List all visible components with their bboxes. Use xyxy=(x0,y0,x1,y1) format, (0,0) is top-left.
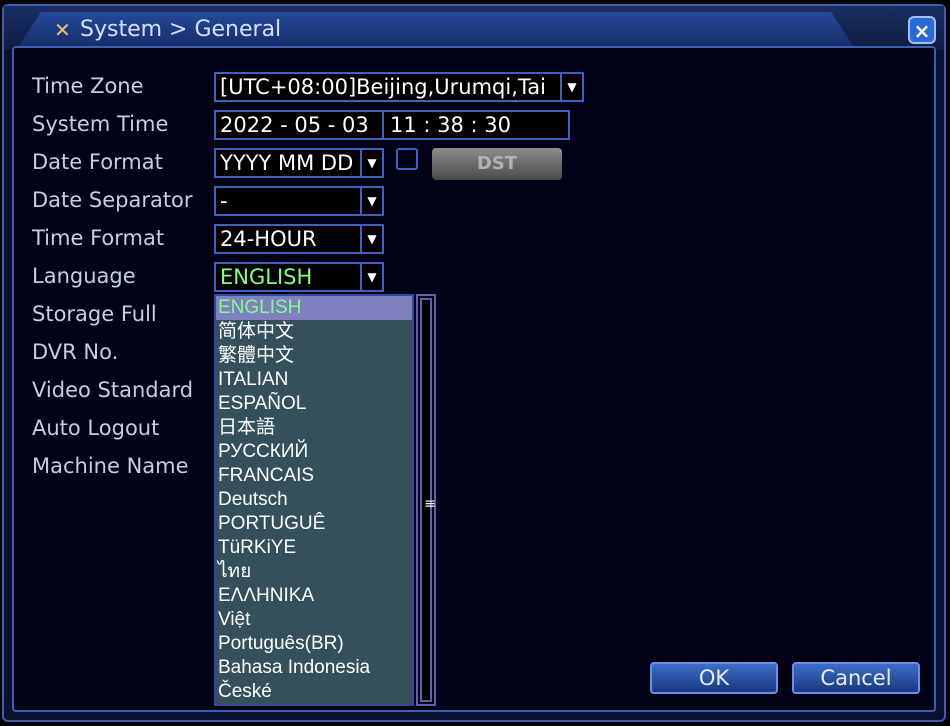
storage-full-label: Storage Full xyxy=(32,302,157,326)
system-date-value[interactable]: 2022 - 05 - 03 xyxy=(220,113,369,137)
language-option[interactable]: 日本語 xyxy=(216,416,412,440)
language-option[interactable]: Português(BR) xyxy=(216,632,412,656)
language-dropdown-list: ENGLISH 简体中文 繁體中文 ITALIAN ESPAÑOL 日本語 РУ… xyxy=(214,294,414,706)
language-option[interactable]: FRANCAIS xyxy=(216,464,412,488)
cancel-button[interactable]: Cancel xyxy=(792,662,920,694)
chevron-down-icon[interactable]: ▼ xyxy=(560,74,582,100)
date-format-value: YYYY MM DD xyxy=(220,151,354,175)
date-separator-label: Date Separator xyxy=(32,188,193,212)
time-zone-value: [UTC+08:00]Beijing,Urumqi,Tai xyxy=(220,75,546,99)
machine-name-label: Machine Name xyxy=(32,454,189,478)
close-button[interactable]: × xyxy=(908,16,936,44)
language-option[interactable]: Việt xyxy=(216,608,412,632)
system-time-value[interactable]: 11 : 38 : 30 xyxy=(390,112,511,138)
language-select[interactable]: ENGLISH ▼ xyxy=(214,262,384,292)
window-title: System > General xyxy=(80,17,282,42)
grip-icon: ≡ xyxy=(424,496,436,512)
dropdown-scrollbar[interactable]: ≡ xyxy=(416,294,436,706)
date-separator-value: - xyxy=(220,189,228,213)
dvr-no-label: DVR No. xyxy=(32,340,119,364)
chevron-down-icon[interactable]: ▼ xyxy=(360,188,382,214)
dst-button[interactable]: DST xyxy=(432,148,562,180)
tools-icon: ✕ xyxy=(54,18,71,42)
ok-button[interactable]: OK xyxy=(650,662,778,694)
language-option[interactable]: 繁體中文 xyxy=(216,344,412,368)
language-option[interactable]: 简体中文 xyxy=(216,320,412,344)
language-option[interactable]: РУССКИЙ xyxy=(216,440,412,464)
language-option[interactable]: České xyxy=(216,680,412,704)
time-zone-label: Time Zone xyxy=(32,74,144,98)
language-value: ENGLISH xyxy=(220,265,313,289)
dst-checkbox[interactable] xyxy=(396,148,418,170)
time-format-label: Time Format xyxy=(32,226,165,250)
video-standard-label: Video Standard xyxy=(32,378,194,402)
chevron-down-icon[interactable]: ▼ xyxy=(360,226,382,252)
system-time-label: System Time xyxy=(32,112,169,136)
language-option[interactable]: Bahasa Indonesia xyxy=(216,656,412,680)
language-option[interactable]: ENGLISH xyxy=(216,296,412,320)
auto-logout-label: Auto Logout xyxy=(32,416,160,440)
language-option[interactable]: ITALIAN xyxy=(216,368,412,392)
language-option[interactable]: ΕΛΛΗΝΙΚΑ xyxy=(216,584,412,608)
time-format-select[interactable]: 24-HOUR ▼ xyxy=(214,224,384,254)
time-format-value: 24-HOUR xyxy=(220,227,317,251)
chevron-down-icon[interactable]: ▼ xyxy=(360,150,382,176)
scroll-thumb[interactable]: ≡ xyxy=(420,298,436,702)
language-option[interactable]: ESPAÑOL xyxy=(216,392,412,416)
time-zone-select[interactable]: [UTC+08:00]Beijing,Urumqi,Tai ▼ xyxy=(214,72,584,102)
language-option[interactable]: Deutsch xyxy=(216,488,412,512)
language-option[interactable]: TüRKiYE xyxy=(216,536,412,560)
language-option[interactable]: ไทย xyxy=(216,560,412,584)
language-label: Language xyxy=(32,264,136,288)
date-format-select[interactable]: YYYY MM DD ▼ xyxy=(214,148,384,178)
date-format-label: Date Format xyxy=(32,150,163,174)
date-separator-select[interactable]: - ▼ xyxy=(214,186,384,216)
language-option[interactable]: PORTUGUÊ xyxy=(216,512,412,536)
system-time-field[interactable]: 2022 - 05 - 03 11 : 38 : 30 xyxy=(214,110,570,140)
field-divider xyxy=(382,112,384,138)
title-bar: ✕ System > General × xyxy=(4,6,944,50)
chevron-down-icon[interactable]: ▼ xyxy=(360,264,382,290)
